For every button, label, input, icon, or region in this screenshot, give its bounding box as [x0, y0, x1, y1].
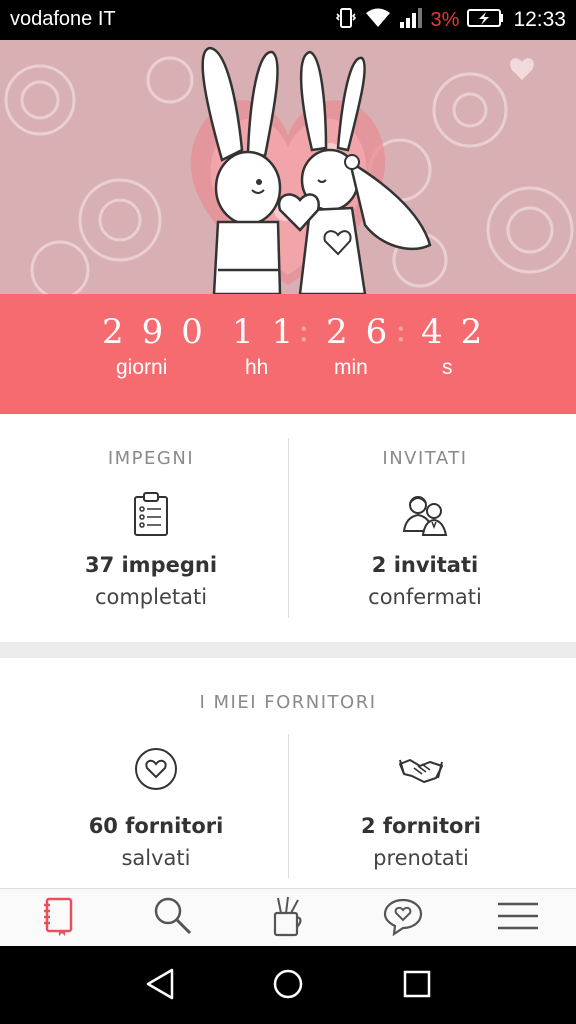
countdown-minutes-label: min: [334, 356, 368, 379]
clipboard-checklist-icon: [131, 491, 171, 537]
status-bar: vodafone IT 3% 12:33: [0, 0, 576, 40]
countdown-days-label: giorni: [116, 356, 168, 379]
countdown-days: 290: [102, 312, 221, 352]
tasks-title: IMPEGNI: [107, 448, 195, 469]
countdown-minutes: 26: [326, 312, 406, 352]
status-icons: 3% 12:33: [335, 6, 566, 34]
countdown-seconds: 42: [421, 312, 501, 352]
nav-tools[interactable]: [230, 889, 345, 947]
planning-summary: IMPEGNI 37 impegni completati INVITATI 2…: [0, 414, 576, 642]
handshake-icon: [396, 746, 446, 792]
home-button[interactable]: [266, 964, 310, 1008]
nav-chat[interactable]: [345, 889, 460, 947]
booked-vendors-count: 2 fornitori: [360, 814, 481, 838]
countdown-hours-label: hh: [245, 356, 269, 379]
booked-vendors-card[interactable]: 2 fornitori prenotati: [277, 746, 565, 886]
battery-charging-icon: [467, 8, 505, 32]
tasks-card[interactable]: IMPEGNI 37 impegni completati: [7, 414, 295, 642]
saved-vendors-card[interactable]: 60 fornitori salvati: [12, 746, 300, 886]
clock: 12:33: [513, 8, 566, 31]
section-separator: [0, 642, 576, 658]
carrier-name: vodafone IT: [10, 8, 116, 30]
guests-couple-icon: [401, 491, 449, 537]
bottom-navigation: [0, 888, 576, 946]
countdown-separator: :: [298, 310, 310, 350]
battery-percent: 3%: [430, 8, 460, 31]
vibrate-icon: [335, 6, 357, 34]
hero-illustration: [0, 40, 576, 294]
back-button[interactable]: [138, 964, 182, 1008]
recents-button[interactable]: [395, 964, 439, 1008]
recents-square-icon: [402, 969, 432, 1003]
hamburger-menu-icon: [497, 901, 538, 935]
tasks-count: 37 impegni: [84, 553, 218, 577]
booked-vendors-status: prenotati: [373, 846, 469, 870]
countdown-separator: :: [395, 310, 407, 350]
guests-title: INVITATI: [382, 448, 468, 469]
guests-status: confermati: [368, 585, 482, 609]
nav-menu[interactable]: [460, 889, 575, 947]
vendors-summary: I MIEI FORNITORI 60 fornitori salvati 2 …: [0, 658, 576, 888]
nav-search[interactable]: [115, 889, 230, 947]
wifi-icon: [365, 7, 391, 33]
vendors-title: I MIEI FORNITORI: [199, 692, 377, 713]
pen-cup-icon: [270, 895, 306, 941]
guests-count: 2 invitati: [371, 553, 479, 577]
heart-chat-icon: [382, 896, 424, 940]
signal-icon: [399, 7, 423, 33]
search-icon: [152, 895, 194, 941]
wedding-countdown: 290 11 : 26 : 42 giorni hh min s: [0, 294, 576, 414]
heart-circle-icon: [133, 746, 179, 792]
guests-card[interactable]: INVITATI 2 invitati confermati: [281, 414, 569, 642]
system-navigation-bar: [0, 946, 576, 1024]
saved-vendors-status: salvati: [121, 846, 191, 870]
nav-notebook[interactable]: [0, 889, 115, 947]
home-circle-icon: [272, 968, 304, 1004]
saved-vendors-count: 60 fornitori: [88, 814, 224, 838]
back-triangle-icon: [144, 967, 176, 1005]
tasks-status: completati: [94, 585, 208, 609]
notebook-icon: [41, 896, 75, 940]
countdown-seconds-label: s: [442, 356, 453, 379]
